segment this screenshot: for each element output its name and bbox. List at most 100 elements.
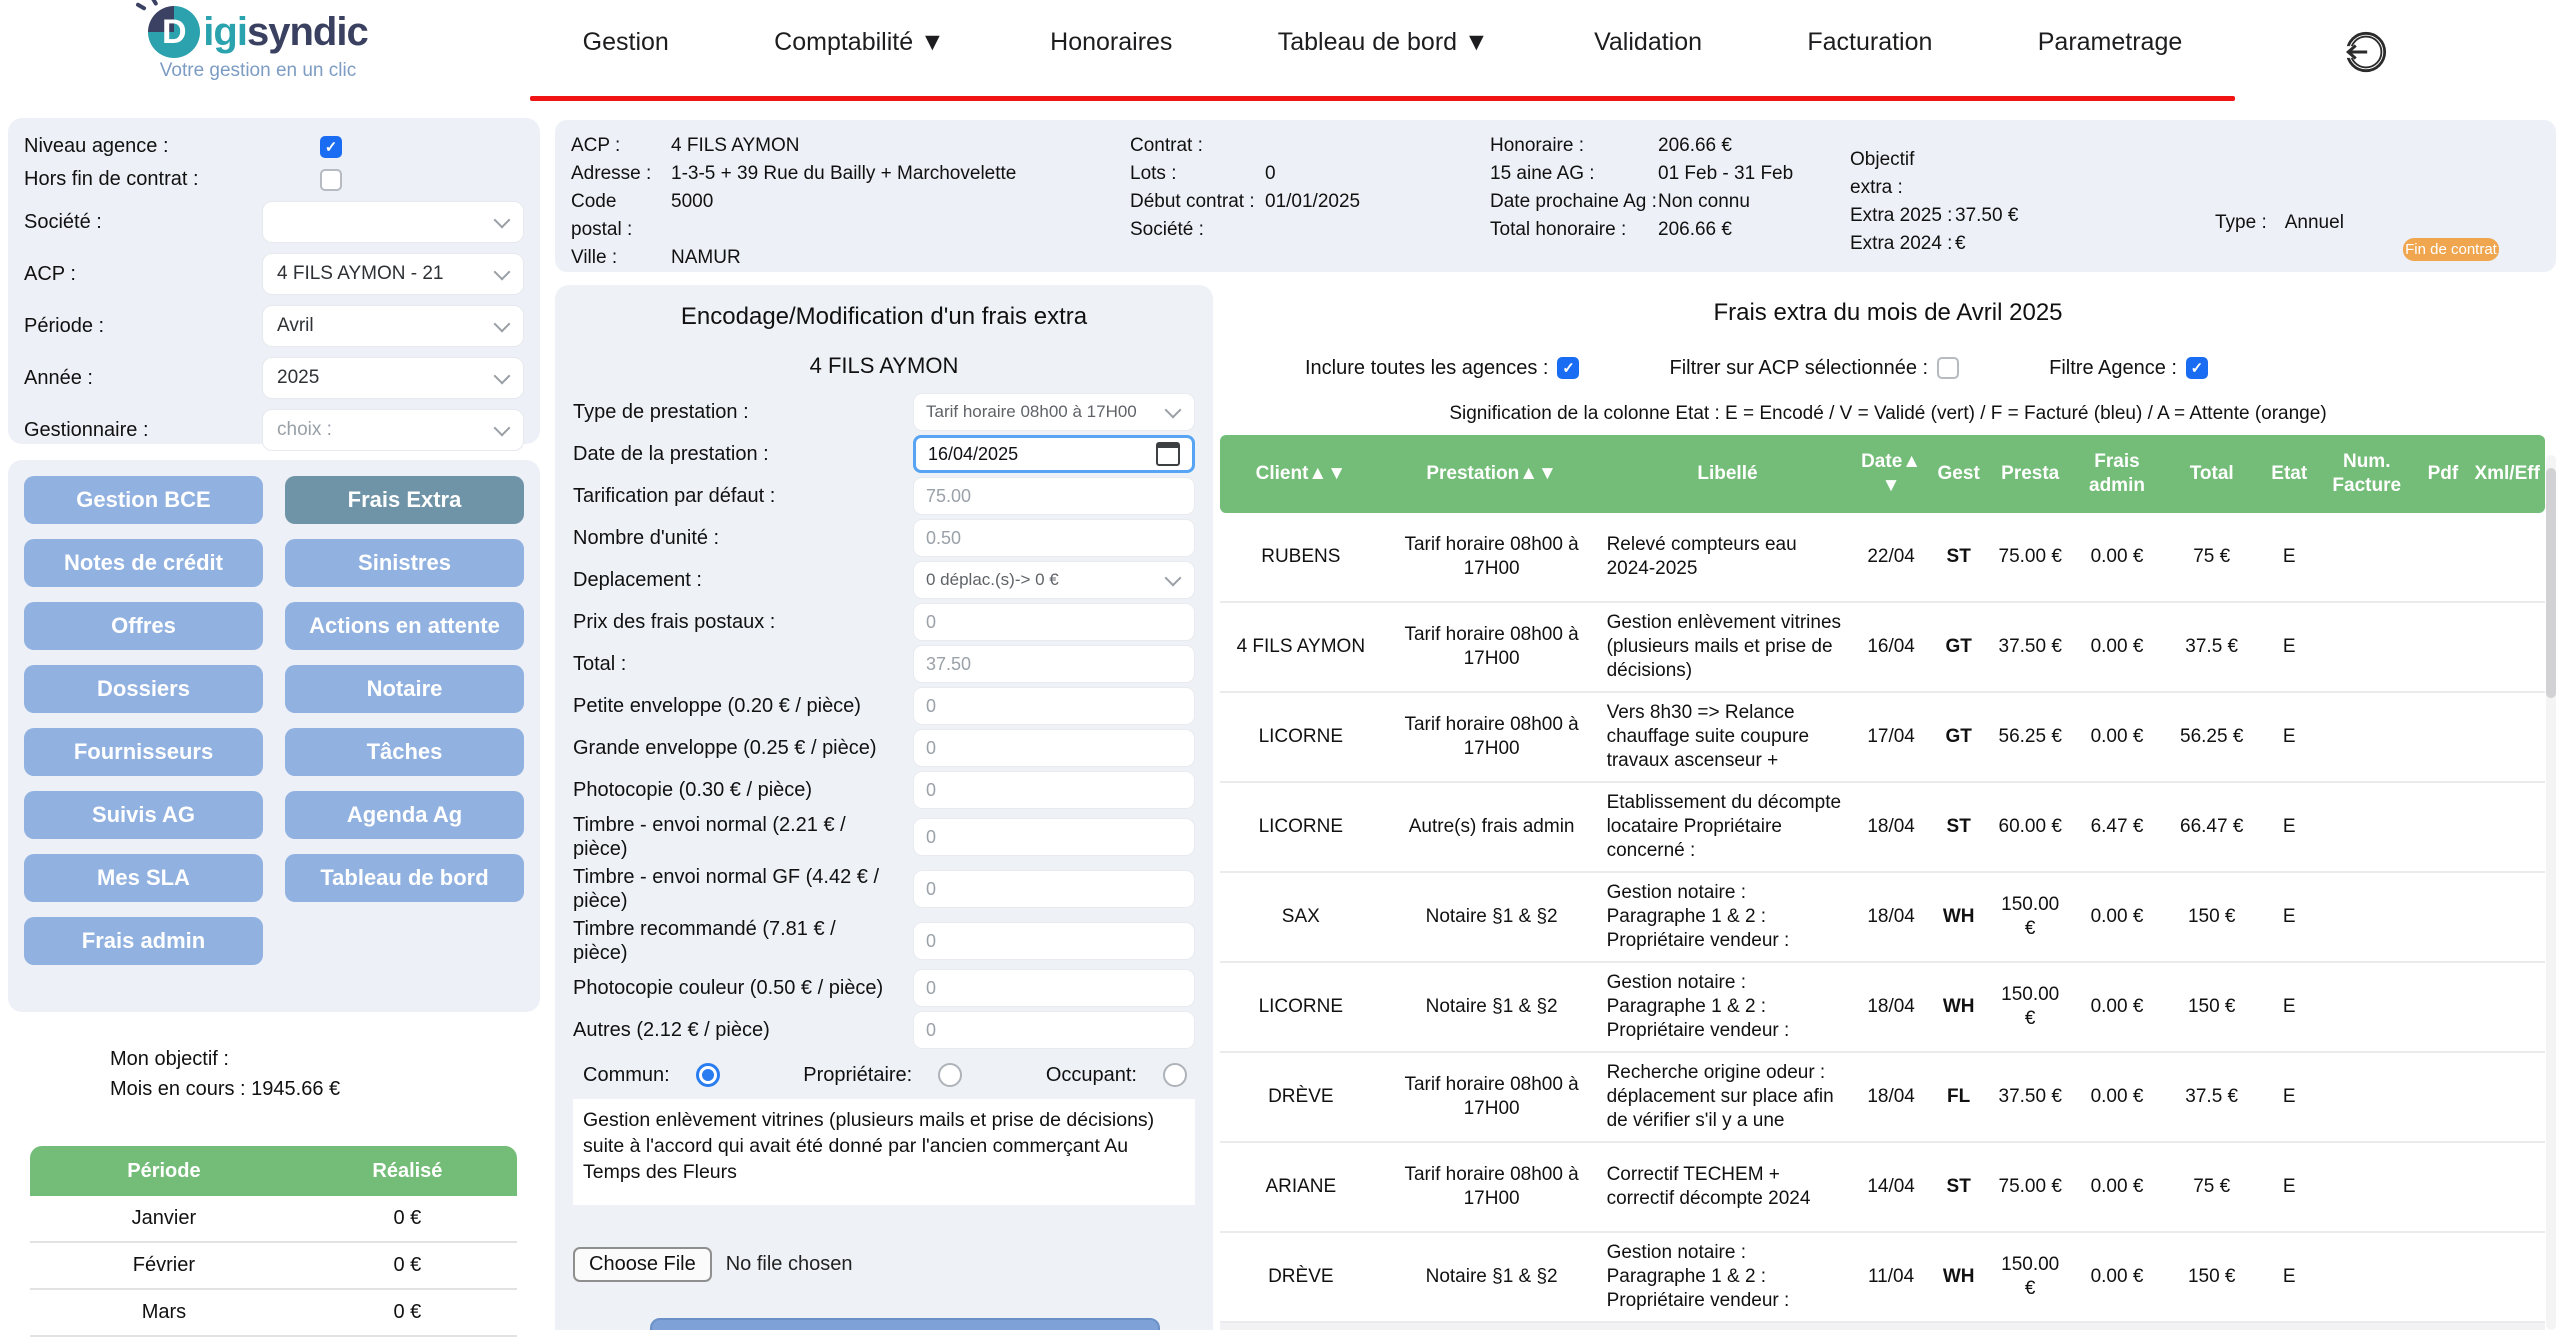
cell-prestation: Tarif horaire 08h00 à 17H00 (1382, 623, 1602, 671)
col-realise: Réalisé (298, 1160, 517, 1183)
etat-legend: Signification de la colonne Etat : E = E… (1220, 403, 2556, 425)
cell-date: 11/04 (1853, 1265, 1929, 1289)
table-row[interactable]: DRÈVETarif horaire 08h00 à 17H00Recherch… (1220, 1053, 2545, 1143)
table-scrollbar-thumb[interactable] (2546, 468, 2556, 698)
table-row[interactable]: LICORNEAutre(s) frais adminEtablissement… (1220, 783, 2545, 873)
occupant-radio[interactable] (1163, 1063, 1187, 1087)
fournisseurs-button[interactable]: Fournisseurs (24, 728, 263, 776)
timbre-normal-gf-input[interactable]: 0 (913, 870, 1195, 908)
cell-date: 14/04 (1853, 1175, 1929, 1199)
cell-client: LICORNE (1220, 815, 1382, 839)
nav-parametrage[interactable]: Parametrage (2038, 28, 2183, 57)
proprietaire-radio[interactable] (938, 1063, 962, 1087)
timbre-recommande-input[interactable]: 0 (913, 922, 1195, 960)
table-row[interactable]: 4 FILS AYMONTarif horaire 08h00 à 17H00G… (1220, 603, 2545, 693)
societe-select[interactable] (262, 201, 524, 243)
petite-enveloppe-input[interactable]: 0 (913, 687, 1195, 725)
autres-input[interactable]: 0 (913, 1011, 1195, 1049)
toutes-agences-checkbox[interactable] (1557, 357, 1579, 379)
radio-label-commun: Commun: (583, 1064, 670, 1087)
col-client[interactable]: Client▲▼ (1220, 462, 1382, 486)
tableau-de-bord-button[interactable]: Tableau de bord (285, 854, 524, 902)
field-label: Total : (573, 652, 893, 676)
table-row[interactable]: RUBENSTarif horaire 08h00 à 17H00Relevé … (1220, 513, 2545, 603)
acp-info-col2: Contrat : Lots :0 Début contrat :01/01/2… (1130, 132, 1360, 244)
choose-file-button[interactable]: Choose File (573, 1247, 712, 1282)
table-row[interactable]: LICORNETarif horaire 08h00 à 17H00Vers 8… (1220, 693, 2545, 783)
fin-de-contrat-button[interactable]: Fin de contrat (2403, 238, 2499, 261)
brand-name: igisyndic (203, 10, 367, 55)
nav-honoraires[interactable]: Honoraires (1050, 28, 1172, 57)
field-label: Photocopie couleur (0.50 € / pièce) (573, 976, 893, 1000)
table-row[interactable]: ARIANETarif horaire 08h00 à 17H00Correct… (1220, 1143, 2545, 1233)
nav-facturation[interactable]: Facturation (1807, 28, 1932, 57)
notes-de-credit-button[interactable]: Notes de crédit (24, 539, 263, 587)
check-label-filtre-agence: Filtre Agence : (2049, 357, 2177, 380)
cell-date: 18/04 (1853, 995, 1929, 1019)
app-logo[interactable]: D igisyndic Votre gestion en un clic (118, 6, 398, 82)
mes-sla-button[interactable]: Mes SLA (24, 854, 263, 902)
suivis-ag-button[interactable]: Suivis AG (24, 791, 263, 839)
actions-en-attente-button[interactable]: Actions en attente (285, 602, 524, 650)
frais-postaux-input[interactable]: 0 (913, 603, 1195, 641)
cell-gest: FL (1929, 1085, 1989, 1109)
photocopie-input[interactable]: 0 (913, 771, 1195, 809)
periode-select[interactable]: Avril (262, 305, 524, 347)
type-prestation-select[interactable]: Tarif horaire 08h00 à 17H00 (913, 393, 1195, 431)
niveau-agence-checkbox[interactable] (320, 136, 342, 158)
col-date[interactable]: Date▲▼ (1853, 450, 1929, 498)
annee-select[interactable]: 2025 (262, 357, 524, 399)
commun-radio[interactable] (696, 1063, 720, 1087)
table-row[interactable]: LICORNENotaire §1 & §2Gestion notaire : … (1220, 963, 2545, 1053)
timbre-normal-input[interactable]: 0 (913, 818, 1195, 856)
notaire-button[interactable]: Notaire (285, 665, 524, 713)
filters-panel: Niveau agence : Hors fin de contrat : So… (8, 118, 540, 444)
gestion-bce-button[interactable]: Gestion BCE (24, 476, 263, 524)
cell-date: 16/04 (1853, 635, 1929, 659)
col-prestation[interactable]: Prestation▲▼ (1382, 462, 1602, 486)
nav-comptabilite[interactable]: Comptabilité ▼ (774, 28, 945, 57)
table-row[interactable]: DRÈVENotaire §1 & §2Gestion notaire : Pa… (1220, 1233, 2545, 1323)
cell-client: LICORNE (1220, 725, 1382, 749)
cell-presta: 60.00 € (1988, 815, 2071, 839)
cell-gest: GT (1929, 635, 1989, 659)
tarification-input[interactable]: 75.00 (913, 477, 1195, 515)
filtre-agence-checkbox[interactable] (2186, 357, 2208, 379)
description-textarea[interactable]: Gestion enlèvement vitrines (plusieurs m… (573, 1099, 1195, 1205)
frais-extra-button[interactable]: Frais Extra (285, 476, 524, 524)
hors-fin-contrat-checkbox[interactable] (320, 169, 342, 191)
cell-presta: 75.00 € (1988, 1175, 2071, 1199)
deplacement-select[interactable]: 0 déplac.(s)-> 0 € (913, 561, 1195, 599)
col-presta: Presta (1988, 462, 2071, 486)
acp-select[interactable]: 4 FILS AYMON - 21 (262, 253, 524, 295)
nav-tableau-de-bord[interactable]: Tableau de bord ▼ (1278, 28, 1489, 57)
photocopie-couleur-input[interactable]: 0 (913, 969, 1195, 1007)
acp-selectionnee-checkbox[interactable] (1937, 357, 1959, 379)
total-input[interactable]: 37.50 (913, 645, 1195, 683)
grande-enveloppe-input[interactable]: 0 (913, 729, 1195, 767)
dossiers-button[interactable]: Dossiers (24, 665, 263, 713)
cell-prestation: Autre(s) frais admin (1382, 815, 1602, 839)
frais-extra-panel: Frais extra du mois de Avril 2025 Inclur… (1220, 285, 2556, 1330)
date-prestation-input[interactable]: 16/04/2025 (913, 435, 1195, 473)
sinistres-button[interactable]: Sinistres (285, 539, 524, 587)
nav-validation[interactable]: Validation (1594, 28, 1702, 57)
nav-gestion[interactable]: Gestion (583, 28, 669, 57)
form-subtitle: 4 FILS AYMON (555, 353, 1213, 379)
radio-label-proprietaire: Propriétaire: (803, 1064, 912, 1087)
gestionnaire-select[interactable]: choix : (262, 409, 524, 451)
logout-icon[interactable] (2338, 24, 2394, 80)
agenda-ag-button[interactable]: Agenda Ag (285, 791, 524, 839)
realised-table-header: Période Réalisé (30, 1146, 517, 1196)
table-row[interactable]: SAXNotaire §1 & §2Gestion notaire : Para… (1220, 873, 2545, 963)
offres-button[interactable]: Offres (24, 602, 263, 650)
table-row[interactable]: Tarif horaire 08h00Déblocage barrière et (1220, 1323, 2545, 1330)
submit-button-partial[interactable] (650, 1318, 1160, 1330)
calendar-icon[interactable] (1156, 442, 1180, 466)
frais-admin-button[interactable]: Frais admin (24, 917, 263, 965)
nombre-unite-input[interactable]: 0.50 (913, 519, 1195, 557)
cell-prestation: Notaire §1 & §2 (1382, 905, 1602, 929)
acp-info-col1: ACP :4 FILS AYMON Adresse :1-3-5 + 39 Ru… (571, 132, 1016, 272)
cell-etat: E (2261, 995, 2317, 1019)
taches-button[interactable]: Tâches (285, 728, 524, 776)
